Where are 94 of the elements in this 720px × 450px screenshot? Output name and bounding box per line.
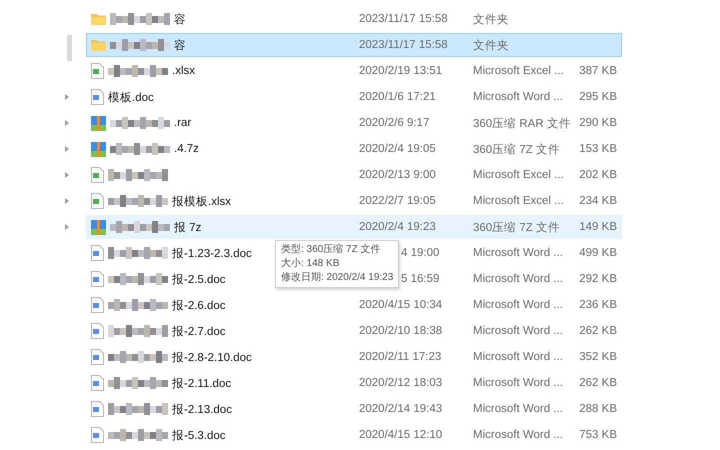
modified-date: 2020/2/14 19:43 bbox=[359, 403, 442, 415]
modified-date: 5 16:59 bbox=[401, 273, 440, 285]
expand-arrow-icon[interactable] bbox=[65, 198, 69, 204]
file-type: 360压缩 7Z 文件 bbox=[473, 220, 561, 234]
file-name: 报-2.13.doc bbox=[172, 402, 232, 416]
file-type: 360压缩 RAR 文件 bbox=[473, 116, 572, 130]
modified-date: 2020/2/13 9:00 bbox=[359, 169, 436, 181]
file-name: 容 bbox=[174, 12, 186, 26]
file-name: 报-2.8-2.10.doc bbox=[172, 350, 252, 364]
modified-date: 2020/4/15 10:34 bbox=[359, 299, 442, 311]
file-type: Microsoft Word ... bbox=[473, 429, 564, 441]
tooltip-text: 大小: 148 KB bbox=[281, 257, 340, 271]
file-type: Microsoft Word ... bbox=[473, 377, 564, 389]
file-type: Microsoft Word ... bbox=[473, 351, 564, 363]
folder-icon bbox=[91, 39, 106, 51]
file-type: Microsoft Excel ... bbox=[473, 195, 565, 207]
document-file-icon bbox=[91, 271, 104, 287]
file-size: 234 KB bbox=[578, 195, 617, 207]
modified-date: 2020/2/19 13:51 bbox=[359, 65, 442, 77]
modified-date: 2023/11/17 15:58 bbox=[359, 13, 448, 25]
file-size: 262 KB bbox=[578, 377, 617, 389]
document-file-icon bbox=[91, 323, 104, 339]
file-name: 报-1.23-2.3.doc bbox=[172, 246, 252, 260]
file-name: 报-5.3.doc bbox=[172, 428, 226, 442]
tooltip-text: 修改日期: 2020/2/4 19:23 bbox=[281, 271, 394, 285]
modified-date: 4 19:00 bbox=[401, 247, 440, 259]
file-type: 360压缩 7Z 文件 bbox=[473, 142, 561, 156]
expand-arrow-icon[interactable] bbox=[65, 224, 69, 230]
file-type: Microsoft Word ... bbox=[473, 247, 564, 259]
document-file-icon bbox=[91, 245, 104, 261]
file-size: 262 KB bbox=[578, 325, 617, 337]
file-type: Microsoft Excel ... bbox=[473, 169, 565, 181]
spreadsheet-file-icon bbox=[91, 193, 104, 209]
file-name: 模板.doc bbox=[108, 90, 154, 104]
file-name: 报 7z bbox=[174, 220, 202, 234]
expand-arrow-icon[interactable] bbox=[65, 146, 69, 152]
file-size: 292 KB bbox=[578, 273, 617, 285]
file-name: .4.7z bbox=[174, 143, 199, 155]
modified-date: 2020/2/4 19:23 bbox=[359, 221, 436, 233]
file-size: 499 KB bbox=[578, 247, 617, 259]
modified-date: 2020/2/11 17:23 bbox=[359, 351, 442, 363]
file-size: 753 KB bbox=[578, 429, 617, 441]
file-type: Microsoft Word ... bbox=[473, 299, 564, 311]
document-file-icon bbox=[91, 375, 104, 391]
file-size: 153 KB bbox=[578, 143, 617, 155]
file-row[interactable]: 容 2023/11/17 15:58 文件夹 bbox=[86, 33, 622, 57]
file-type: Microsoft Excel ... bbox=[473, 65, 565, 77]
file-size: 202 KB bbox=[578, 169, 617, 181]
file-size: 290 KB bbox=[578, 117, 617, 129]
tooltip-text: 类型: 360压缩 7Z 文件 bbox=[281, 243, 382, 257]
file-row[interactable]: 报 7z 2020/2/4 19:23 360压缩 7Z 文件 149 KB bbox=[86, 215, 622, 239]
modified-date: 2020/4/15 12:10 bbox=[359, 429, 442, 441]
file-size: 387 KB bbox=[578, 65, 617, 77]
modified-date: 2020/1/6 17:21 bbox=[359, 91, 436, 103]
file-size: 288 KB bbox=[578, 403, 617, 415]
modified-date: 2023/11/17 15:58 bbox=[359, 39, 448, 51]
file-type: 文件夹 bbox=[473, 12, 510, 26]
file-name: 报-2.11.doc bbox=[172, 376, 232, 390]
spreadsheet-file-icon bbox=[91, 167, 104, 183]
file-name: 报-2.7.doc bbox=[172, 324, 226, 338]
file-type: Microsoft Word ... bbox=[473, 325, 564, 337]
file-type: Microsoft Word ... bbox=[473, 403, 564, 415]
document-file-icon bbox=[91, 427, 104, 443]
file-name: 报-2.5.doc bbox=[172, 272, 226, 286]
document-file-icon bbox=[91, 401, 104, 417]
archive-icon bbox=[91, 220, 106, 234]
file-type: Microsoft Word ... bbox=[473, 273, 564, 285]
file-name: 容 bbox=[174, 38, 186, 52]
file-name: .xlsx bbox=[172, 65, 195, 77]
file-size: 149 KB bbox=[578, 221, 617, 233]
file-size: 352 KB bbox=[578, 351, 617, 363]
file-size: 295 KB bbox=[578, 91, 617, 103]
document-file-icon bbox=[91, 349, 104, 365]
document-file-icon bbox=[91, 297, 104, 313]
modified-date: 2020/2/10 18:38 bbox=[359, 325, 442, 337]
folder-icon bbox=[91, 13, 106, 25]
archive-icon bbox=[91, 116, 106, 130]
document-file-icon bbox=[91, 89, 104, 105]
modified-date: 2022/2/7 19:05 bbox=[359, 195, 436, 207]
modified-date: 2020/2/6 9:17 bbox=[359, 117, 430, 129]
spreadsheet-file-icon bbox=[91, 63, 104, 79]
file-name: 报-2.6.doc bbox=[172, 298, 226, 312]
expand-arrow-icon[interactable] bbox=[65, 172, 69, 178]
modified-date: 2020/2/4 19:05 bbox=[359, 143, 436, 155]
archive-icon bbox=[91, 142, 106, 156]
file-size: 236 KB bbox=[578, 299, 617, 311]
file-type: 文件夹 bbox=[473, 38, 510, 52]
file-type: Microsoft Word ... bbox=[473, 91, 564, 103]
file-name: .rar bbox=[174, 117, 192, 129]
expand-arrow-icon[interactable] bbox=[65, 120, 69, 126]
modified-date: 2020/2/12 18:03 bbox=[359, 377, 442, 389]
expand-arrow-icon[interactable] bbox=[65, 94, 69, 100]
file-name: 报模板.xlsx bbox=[172, 194, 231, 208]
scrollbar-thumb[interactable] bbox=[67, 35, 72, 61]
